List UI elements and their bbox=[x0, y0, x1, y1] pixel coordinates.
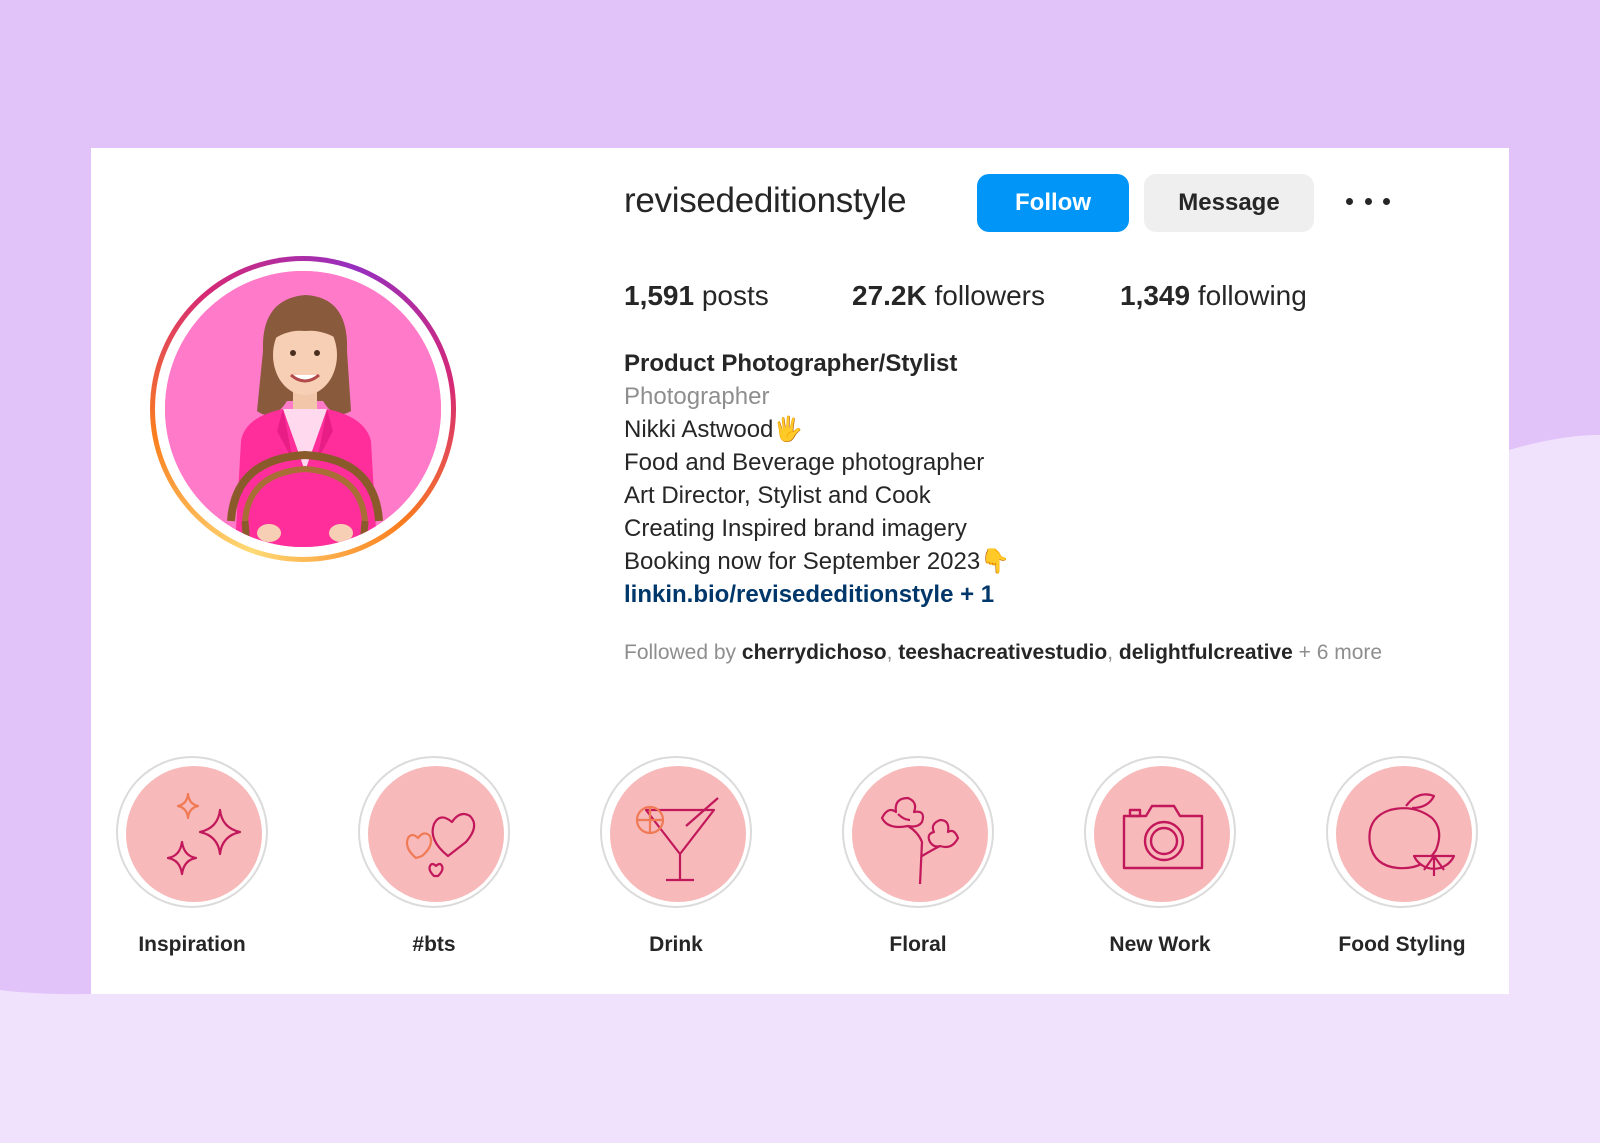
followers-label: followers bbox=[934, 280, 1045, 311]
story-ring[interactable] bbox=[150, 256, 456, 562]
followed-by-more[interactable]: + 6 more bbox=[1293, 641, 1382, 664]
sparkles-icon bbox=[166, 792, 242, 876]
follow-button[interactable]: Follow bbox=[977, 174, 1129, 232]
highlight-new-work[interactable]: New Work bbox=[1080, 756, 1240, 976]
highlight-drink[interactable]: Drink bbox=[596, 756, 756, 976]
highlight-bts[interactable]: #bts bbox=[354, 756, 514, 976]
followers-stat[interactable]: 27.2K followers bbox=[852, 280, 1045, 312]
camera-icon bbox=[1122, 804, 1204, 870]
bio-line: Nikki Astwood🖐 bbox=[624, 416, 804, 443]
highlight-label: Food Styling bbox=[1338, 933, 1466, 956]
follower-link[interactable]: cherrydichoso bbox=[742, 641, 887, 664]
highlight-label: Inspiration bbox=[138, 933, 246, 956]
bio-line: Art Director, Stylist and Cook bbox=[624, 482, 931, 509]
cocktail-icon bbox=[635, 797, 719, 882]
followed-by: Followed by cherrydichoso, teeshacreativ… bbox=[624, 641, 1383, 664]
bio: Product Photographer/Stylist Photographe… bbox=[624, 347, 1010, 611]
highlight-floral[interactable]: Floral bbox=[838, 756, 998, 976]
followed-by-prefix: Followed by bbox=[624, 641, 742, 664]
avatar-photo bbox=[165, 271, 441, 547]
bio-link[interactable]: linkin.bio/revisededitionstyle + 1 bbox=[624, 578, 1010, 611]
hearts-icon bbox=[405, 812, 476, 878]
highlight-label: Floral bbox=[889, 933, 947, 956]
flower-icon bbox=[880, 796, 960, 885]
avatar[interactable] bbox=[165, 271, 441, 547]
follower-link[interactable]: delightfulcreative bbox=[1119, 641, 1293, 664]
profile-category: Photographer bbox=[624, 383, 770, 410]
posts-label: posts bbox=[701, 280, 769, 311]
message-button[interactable]: Message bbox=[1144, 174, 1314, 232]
profile-name: Product Photographer/Stylist bbox=[624, 350, 958, 377]
profile-card: revisededitionstyle Follow Message 1,591… bbox=[91, 148, 1509, 994]
more-options-icon[interactable] bbox=[1346, 186, 1390, 216]
bio-line: Creating Inspired brand imagery bbox=[624, 515, 967, 542]
following-count: 1,349 bbox=[1120, 280, 1191, 311]
username: revisededitionstyle bbox=[624, 181, 907, 220]
posts-count: 1,591 bbox=[624, 280, 695, 311]
posts-stat: 1,591 posts bbox=[624, 280, 769, 312]
followers-count: 27.2K bbox=[852, 280, 927, 311]
highlight-label: Drink bbox=[649, 933, 703, 956]
bio-line: Booking now for September 2023👇 bbox=[624, 548, 1011, 575]
lemon-icon bbox=[1368, 793, 1456, 876]
following-stat[interactable]: 1,349 following bbox=[1120, 280, 1307, 312]
bio-line: Food and Beverage photographer bbox=[624, 449, 985, 476]
follower-link[interactable]: teeshacreativestudio bbox=[898, 641, 1107, 664]
highlight-label: New Work bbox=[1109, 933, 1211, 956]
highlight-food-styling[interactable]: Food Styling bbox=[1322, 756, 1482, 976]
following-label: following bbox=[1197, 280, 1307, 311]
highlight-label: #bts bbox=[412, 933, 456, 956]
highlight-inspiration[interactable]: Inspiration bbox=[112, 756, 272, 976]
